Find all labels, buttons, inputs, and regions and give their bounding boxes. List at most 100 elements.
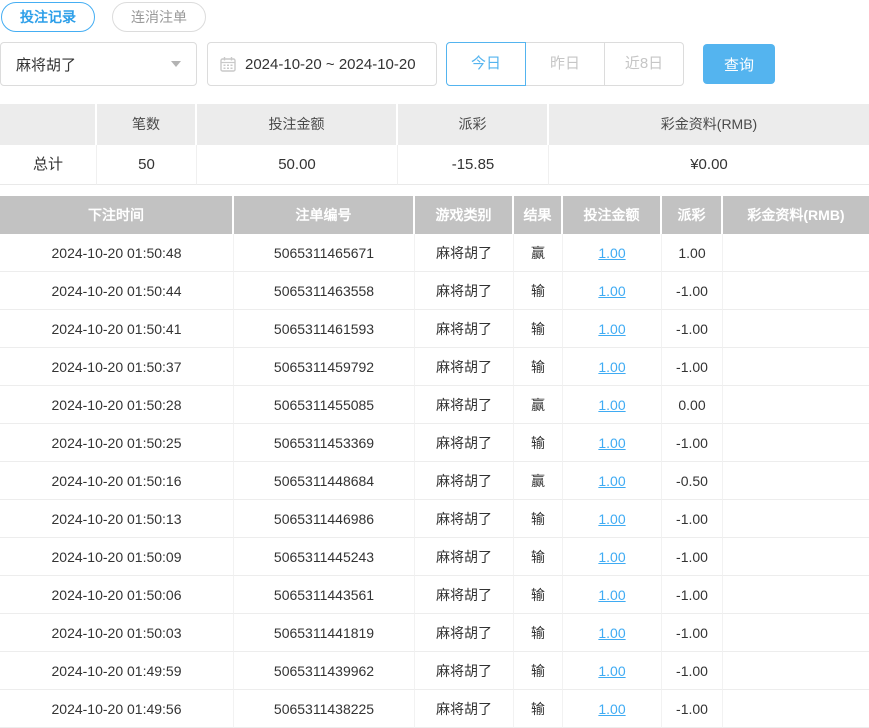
table-row: 2024-10-20 01:50:41 5065311461593 麻将胡了 输… <box>0 310 869 348</box>
col-header-bet-time: 下注时间 <box>0 196 234 234</box>
quick-yesterday-button[interactable]: 昨日 <box>525 42 605 86</box>
bet-amount-link[interactable]: 1.00 <box>598 511 625 527</box>
bet-amount-cell: 1.00 <box>563 690 662 728</box>
table-row: 2024-10-20 01:50:06 5065311443561 麻将胡了 输… <box>0 576 869 614</box>
order-id-cell: 5065311465671 <box>234 234 415 272</box>
bet-time-cell: 2024-10-20 01:50:41 <box>0 310 234 348</box>
game-type-cell: 麻将胡了 <box>415 500 514 538</box>
payout-cell: -0.50 <box>662 462 723 500</box>
bonus-cell <box>723 462 869 500</box>
summary-header-bonus: 彩金资料(RMB) <box>549 104 869 145</box>
game-select[interactable]: 麻将胡了 <box>0 42 197 86</box>
bonus-cell <box>723 348 869 386</box>
table-row: 2024-10-20 01:50:13 5065311446986 麻将胡了 输… <box>0 500 869 538</box>
bet-amount-link[interactable]: 1.00 <box>598 473 625 489</box>
payout-cell: -1.00 <box>662 272 723 310</box>
bet-table-body: 2024-10-20 01:50:48 5065311465671 麻将胡了 赢… <box>0 234 869 728</box>
order-id-cell: 5065311446986 <box>234 500 415 538</box>
bet-time-cell: 2024-10-20 01:49:59 <box>0 652 234 690</box>
summary-bonus-value: ¥0.00 <box>549 145 869 185</box>
quick-date-group: 今日 昨日 近8日 <box>446 42 684 86</box>
summary-table: 笔数 投注金额 派彩 彩金资料(RMB) 总计 50 50.00 -15.85 … <box>0 104 869 185</box>
result-cell: 输 <box>514 652 563 690</box>
bet-amount-link[interactable]: 1.00 <box>598 283 625 299</box>
betting-records-page: 投注记录 连消注单 麻将胡了 2024-10-20 ~ <box>0 0 869 727</box>
table-row: 2024-10-20 01:49:59 5065311439962 麻将胡了 输… <box>0 652 869 690</box>
order-id-cell: 5065311459792 <box>234 348 415 386</box>
payout-cell: -1.00 <box>662 690 723 728</box>
result-cell: 输 <box>514 348 563 386</box>
bet-amount-cell: 1.00 <box>563 234 662 272</box>
bet-amount-link[interactable]: 1.00 <box>598 587 625 603</box>
table-row: 2024-10-20 01:50:09 5065311445243 麻将胡了 输… <box>0 538 869 576</box>
game-type-cell: 麻将胡了 <box>415 690 514 728</box>
bet-time-cell: 2024-10-20 01:50:09 <box>0 538 234 576</box>
bet-table: 下注时间 注单编号 游戏类别 结果 投注金额 派彩 彩金资料(RMB) 2024… <box>0 196 869 728</box>
bonus-cell <box>723 424 869 462</box>
result-cell: 赢 <box>514 386 563 424</box>
order-id-cell: 5065311438225 <box>234 690 415 728</box>
summary-header-row: 笔数 投注金额 派彩 彩金资料(RMB) <box>0 104 869 145</box>
order-id-cell: 5065311453369 <box>234 424 415 462</box>
bet-amount-cell: 1.00 <box>563 538 662 576</box>
result-cell: 输 <box>514 690 563 728</box>
summary-header-bet-amount: 投注金额 <box>197 104 398 145</box>
bonus-cell <box>723 576 869 614</box>
bet-amount-link[interactable]: 1.00 <box>598 435 625 451</box>
payout-cell: -1.00 <box>662 500 723 538</box>
bet-time-cell: 2024-10-20 01:50:28 <box>0 386 234 424</box>
payout-cell: -1.00 <box>662 310 723 348</box>
bet-amount-link[interactable]: 1.00 <box>598 549 625 565</box>
bonus-cell <box>723 690 869 728</box>
game-type-cell: 麻将胡了 <box>415 652 514 690</box>
bet-amount-link[interactable]: 1.00 <box>598 397 625 413</box>
payout-cell: 0.00 <box>662 386 723 424</box>
bet-amount-link[interactable]: 1.00 <box>598 359 625 375</box>
payout-cell: -1.00 <box>662 576 723 614</box>
bet-amount-link[interactable]: 1.00 <box>598 625 625 641</box>
payout-cell: -1.00 <box>662 348 723 386</box>
table-row: 2024-10-20 01:49:56 5065311438225 麻将胡了 输… <box>0 690 869 728</box>
bet-amount-cell: 1.00 <box>563 652 662 690</box>
chevron-down-icon <box>171 61 181 67</box>
quick-today-button[interactable]: 今日 <box>446 42 526 86</box>
table-row: 2024-10-20 01:50:25 5065311453369 麻将胡了 输… <box>0 424 869 462</box>
summary-payout-value: -15.85 <box>398 145 549 185</box>
bet-time-cell: 2024-10-20 01:50:16 <box>0 462 234 500</box>
bet-amount-link[interactable]: 1.00 <box>598 321 625 337</box>
col-header-payout: 派彩 <box>662 196 723 234</box>
game-type-cell: 麻将胡了 <box>415 386 514 424</box>
bonus-cell <box>723 310 869 348</box>
bonus-cell <box>723 500 869 538</box>
top-tabs: 投注记录 连消注单 <box>0 0 869 32</box>
tab-cancelled-orders[interactable]: 连消注单 <box>112 2 206 32</box>
order-id-cell: 5065311448684 <box>234 462 415 500</box>
tab-bet-records[interactable]: 投注记录 <box>1 2 95 32</box>
col-header-bet-amount: 投注金额 <box>563 196 662 234</box>
payout-cell: -1.00 <box>662 538 723 576</box>
bet-amount-cell: 1.00 <box>563 614 662 652</box>
game-type-cell: 麻将胡了 <box>415 234 514 272</box>
order-id-cell: 5065311463558 <box>234 272 415 310</box>
bet-amount-link[interactable]: 1.00 <box>598 245 625 261</box>
result-cell: 赢 <box>514 462 563 500</box>
game-type-cell: 麻将胡了 <box>415 538 514 576</box>
order-id-cell: 5065311443561 <box>234 576 415 614</box>
bonus-cell <box>723 386 869 424</box>
bet-amount-cell: 1.00 <box>563 348 662 386</box>
quick-last8days-button[interactable]: 近8日 <box>604 42 684 86</box>
date-range-input[interactable]: 2024-10-20 ~ 2024-10-20 <box>207 42 437 86</box>
result-cell: 输 <box>514 614 563 652</box>
bonus-cell <box>723 538 869 576</box>
search-button[interactable]: 查询 <box>703 44 775 84</box>
bet-time-cell: 2024-10-20 01:50:25 <box>0 424 234 462</box>
table-row: 2024-10-20 01:50:16 5065311448684 麻将胡了 赢… <box>0 462 869 500</box>
game-type-cell: 麻将胡了 <box>415 614 514 652</box>
bet-amount-link[interactable]: 1.00 <box>598 663 625 679</box>
bet-time-cell: 2024-10-20 01:50:13 <box>0 500 234 538</box>
result-cell: 输 <box>514 500 563 538</box>
bet-time-cell: 2024-10-20 01:50:48 <box>0 234 234 272</box>
bet-amount-link[interactable]: 1.00 <box>598 701 625 717</box>
game-type-cell: 麻将胡了 <box>415 576 514 614</box>
game-type-cell: 麻将胡了 <box>415 348 514 386</box>
